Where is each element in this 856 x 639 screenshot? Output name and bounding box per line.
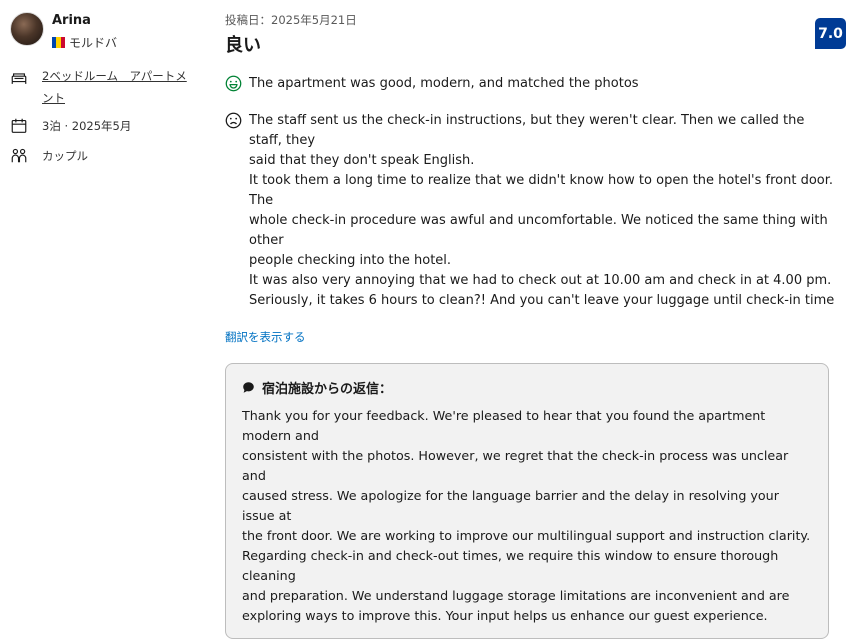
bed-icon [11, 73, 27, 84]
negative-line: whole check-in procedure was awful and u… [249, 213, 828, 248]
room-type-line1: 2ベッドルーム アパートメ [42, 69, 187, 83]
positive-text: The apartment was good, modern, and matc… [249, 76, 639, 91]
negative-line: The staff sent us the check-in instructi… [249, 113, 805, 148]
moldova-flag-icon [52, 37, 65, 48]
negative-line: It took them a long time to realize that… [249, 173, 834, 208]
negative-line: Seriously, it takes 6 hours to clean?! A… [249, 293, 835, 308]
stay-dates-row: 3泊 · 2025年5月 [10, 117, 205, 135]
posted-date: 投稿日：2025年5月21日 [225, 13, 357, 27]
traveler-type-row: カップル [10, 147, 205, 165]
reviewer-block: Arina モルドバ [10, 12, 205, 51]
review-content: 投稿日：2025年5月21日 良い The apartment was good… [225, 12, 837, 639]
traveler-type: カップル [42, 149, 88, 163]
reply-line: Regarding check-in and check-out times, … [242, 548, 779, 583]
reviewer-country: モルドバ [52, 34, 117, 51]
property-reply-text: Thank you for your feedback. We're pleas… [242, 406, 812, 626]
property-reply-box: 宿泊施設からの返信： Thank you for your feedback. … [225, 363, 829, 639]
sad-face-icon [225, 112, 242, 129]
calendar-icon [11, 118, 27, 133]
property-reply-heading: 宿泊施設からの返信： [262, 382, 393, 397]
avatar [10, 12, 44, 46]
reviewer-sidebar: Arina モルドバ 2ベッドルーム アパートメ ント 3泊 · 2025年5月 [10, 12, 205, 165]
room-type-row: 2ベッドルーム アパートメ ント [10, 69, 205, 109]
room-type-line2: ント [42, 91, 65, 105]
smiley-face-icon [225, 75, 242, 92]
negative-text: The staff sent us the check-in instructi… [249, 111, 837, 311]
reply-line: exploring ways to improve this. Your inp… [242, 608, 768, 623]
reply-line: caused stress. We apologize for the lang… [242, 488, 779, 523]
show-translation-link[interactable]: 翻訳を表示する [225, 329, 306, 345]
property-reply-header: 宿泊施設からの返信： [242, 378, 812, 397]
review-title: 良い [225, 35, 261, 56]
country-label: モルドバ [69, 36, 118, 50]
speech-bubble-icon [243, 382, 254, 393]
negative-comment: The staff sent us the check-in instructi… [225, 111, 837, 311]
stay-nights-date: 3泊 · 2025年5月 [42, 119, 132, 133]
negative-line: It was also very annoying that we had to… [249, 273, 832, 288]
reply-line: the front door. We are working to improv… [242, 528, 811, 543]
negative-line: said that they don't speak English. [249, 153, 475, 168]
reply-line: Thank you for your feedback. We're pleas… [242, 408, 766, 443]
reviewer-info: Arina モルドバ [52, 12, 117, 51]
negative-line: people checking into the hotel. [249, 253, 452, 268]
couple-icon [11, 148, 27, 163]
room-type-link[interactable]: 2ベッドルーム アパートメ ント [42, 65, 187, 109]
reply-line: consistent with the photos. However, we … [242, 448, 789, 483]
reviewer-name: Arina [52, 13, 91, 28]
positive-comment: The apartment was good, modern, and matc… [225, 74, 837, 94]
reply-line: and preparation. We understand luggage s… [242, 588, 790, 603]
